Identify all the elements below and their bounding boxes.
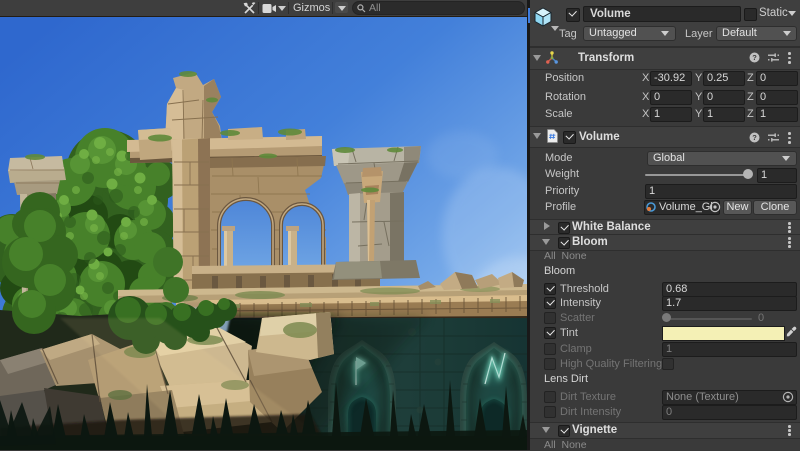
- svg-text:?: ?: [752, 53, 757, 62]
- svg-text:?: ?: [752, 133, 757, 142]
